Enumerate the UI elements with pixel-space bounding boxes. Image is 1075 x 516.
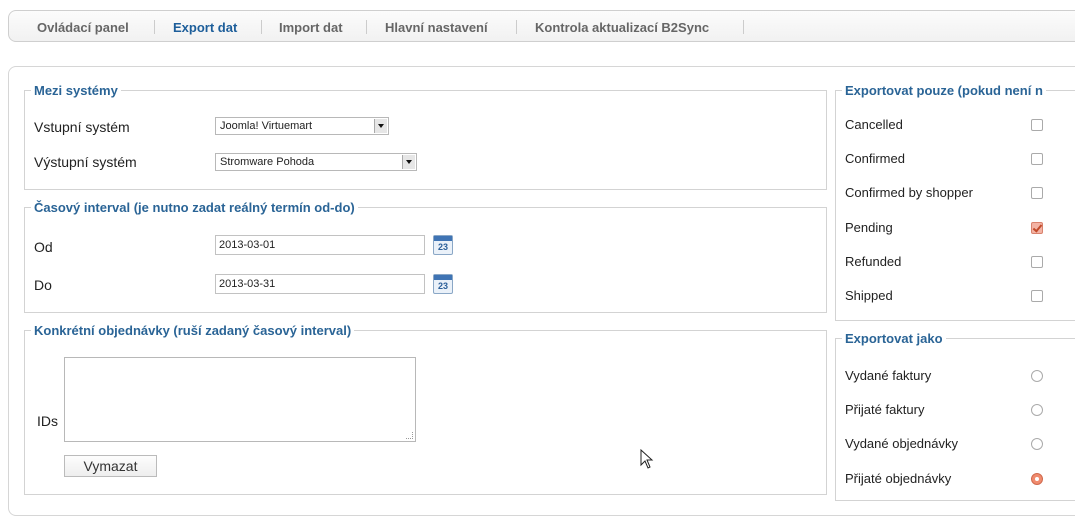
date-to-input[interactable]: 2013-03-31 bbox=[215, 274, 425, 294]
export-only-legend: Exportovat pouze (pokud není n bbox=[845, 83, 1043, 98]
tab-separator bbox=[516, 20, 517, 34]
calendar-from-icon[interactable]: 23 bbox=[433, 235, 453, 255]
checkbox-pending[interactable] bbox=[1031, 222, 1043, 234]
radio-issued-orders[interactable] bbox=[1031, 438, 1043, 450]
radio-received-orders[interactable] bbox=[1031, 473, 1043, 485]
radio-received-invoices[interactable] bbox=[1031, 404, 1043, 416]
input-system-select[interactable]: Joomla! Virtuemart bbox=[215, 117, 389, 135]
input-system-label: Vstupní systém bbox=[34, 119, 130, 135]
tab-separator bbox=[743, 20, 744, 34]
tab-dashboard[interactable]: Ovládací panel bbox=[37, 20, 129, 35]
from-label: Od bbox=[34, 239, 53, 255]
radio-issued-invoices[interactable] bbox=[1031, 370, 1043, 382]
orders-legend: Konkrétní objednávky (ruší zadaný časový… bbox=[34, 323, 352, 338]
checkbox-confirmed-by-shopper[interactable] bbox=[1031, 187, 1043, 199]
tab-bar: Ovládací panel Export dat Import dat Hla… bbox=[8, 10, 1075, 42]
checkbox-refunded[interactable] bbox=[1031, 256, 1043, 268]
calendar-to-icon[interactable]: 23 bbox=[433, 274, 453, 294]
tab-import-data[interactable]: Import dat bbox=[279, 20, 343, 35]
export-as-label-issued-orders: Vydané objednávky bbox=[845, 436, 958, 451]
status-label-shipped: Shipped bbox=[845, 288, 893, 303]
interval-legend: Časový interval (je nutno zadat reálný t… bbox=[34, 200, 355, 215]
tab-separator bbox=[154, 20, 155, 34]
status-label-confirmed-by-shopper: Confirmed by shopper bbox=[845, 185, 973, 200]
resize-grip-icon[interactable] bbox=[406, 432, 413, 439]
checkbox-shipped[interactable] bbox=[1031, 290, 1043, 302]
systems-legend: Mezi systémy bbox=[34, 83, 118, 98]
export-as-label-issued-invoices: Vydané faktury bbox=[845, 368, 932, 383]
clear-button[interactable]: Vymazat bbox=[64, 455, 157, 477]
calendar-day: 23 bbox=[437, 281, 448, 291]
checkbox-confirmed[interactable] bbox=[1031, 153, 1043, 165]
output-system-label: Výstupní systém bbox=[34, 154, 137, 170]
export-as-label-received-invoices: Přijaté faktury bbox=[845, 402, 925, 417]
interval-fieldset: Časový interval (je nutno zadat reálný t… bbox=[24, 200, 827, 313]
to-label: Do bbox=[34, 277, 52, 293]
systems-fieldset: Mezi systémy bbox=[24, 83, 827, 190]
tab-update-check[interactable]: Kontrola aktualizací B2Sync bbox=[535, 20, 709, 35]
status-label-cancelled: Cancelled bbox=[845, 117, 903, 132]
export-panel: Mezi systémy Vstupní systém Joomla! Virt… bbox=[8, 66, 1075, 516]
export-as-label-received-orders: Přijaté objednávky bbox=[845, 471, 952, 486]
chevron-down-icon bbox=[402, 155, 415, 169]
mouse-cursor-icon bbox=[640, 449, 654, 469]
chevron-down-icon bbox=[374, 119, 387, 133]
export-as-legend: Exportovat jako bbox=[845, 331, 943, 346]
checkbox-cancelled[interactable] bbox=[1031, 119, 1043, 131]
ids-textarea[interactable] bbox=[64, 357, 416, 442]
output-system-select[interactable]: Stromware Pohoda bbox=[215, 153, 417, 171]
tab-main-settings[interactable]: Hlavní nastavení bbox=[385, 20, 488, 35]
input-system-value: Joomla! Virtuemart bbox=[220, 120, 313, 132]
status-label-confirmed: Confirmed bbox=[845, 151, 905, 166]
calendar-day: 23 bbox=[437, 242, 448, 252]
tab-separator bbox=[366, 20, 367, 34]
output-system-value: Stromware Pohoda bbox=[220, 156, 315, 168]
status-label-refunded: Refunded bbox=[845, 254, 902, 269]
tab-export-data[interactable]: Export dat bbox=[173, 20, 237, 35]
date-from-input[interactable]: 2013-03-01 bbox=[215, 235, 425, 255]
ids-label: IDs bbox=[37, 413, 58, 429]
tab-separator bbox=[261, 20, 262, 34]
status-label-pending: Pending bbox=[845, 220, 893, 235]
